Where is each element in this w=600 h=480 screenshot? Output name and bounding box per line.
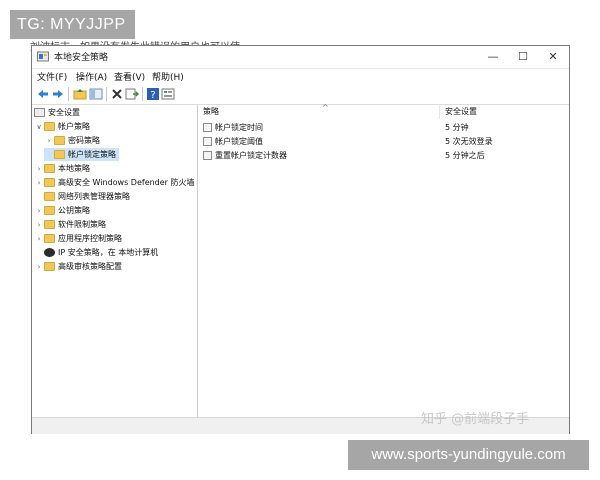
folder-lock-icon <box>54 150 65 159</box>
policy-setting: 5 分钟 <box>445 123 469 132</box>
menu-view[interactable]: 查看(V) <box>114 70 145 83</box>
close-button[interactable]: ✕ <box>538 46 568 68</box>
tree-item-software-restriction[interactable]: › 软件限制策略 <box>34 218 106 231</box>
sort-ascending-icon: ^ <box>322 103 329 112</box>
tg-badge: TG: MYYJJPP <box>10 10 135 39</box>
folder-icon <box>44 164 55 173</box>
toolbar-separator <box>106 87 107 101</box>
policy-setting: 5 次无效登录 <box>445 137 493 146</box>
menu-bar: 文件(F) 操作(A) 查看(V) 帮助(H) <box>32 69 569 84</box>
local-security-policy-window: 本地安全策略 — ☐ ✕ 文件(F) 操作(A) 查看(V) 帮助(H) ? 安… <box>31 45 570 434</box>
delete-icon[interactable] <box>110 87 124 101</box>
policy-name: 帐户锁定时间 <box>215 123 263 132</box>
folder-icon <box>44 206 55 215</box>
folder-icon <box>44 262 55 271</box>
tree-item-label: 帐户策略 <box>58 122 90 131</box>
column-header-label: 策略 <box>203 107 219 116</box>
back-arrow-icon[interactable] <box>36 87 50 101</box>
toolbar-separator <box>68 87 69 101</box>
zhihu-watermark: 知乎 @前端段子手 <box>421 412 530 427</box>
tree-item-label: 软件限制策略 <box>58 220 106 229</box>
tree-item-defender-firewall[interactable]: › 高级安全 Windows Defender 防火墙 <box>34 176 195 189</box>
folder-icon <box>44 192 55 201</box>
policy-setting: 5 分钟之后 <box>445 151 485 160</box>
tree-item-label: 公钥策略 <box>58 206 90 215</box>
policy-name: 重置帐户锁定计数器 <box>215 151 287 160</box>
column-header-policy[interactable]: 策略 ^ <box>198 103 440 119</box>
policy-item-icon <box>203 137 212 146</box>
tree-item-label: 应用程序控制策略 <box>58 234 122 243</box>
svg-text:?: ? <box>150 90 155 101</box>
url-badge: www.sports-yundingyule.com <box>348 440 589 470</box>
export-icon[interactable] <box>125 87 139 101</box>
chevron-right-icon[interactable]: › <box>34 219 44 232</box>
show-tree-icon[interactable] <box>89 87 103 101</box>
folder-icon <box>44 220 55 229</box>
tree-pane: 安全设置 ∨ 帐户策略 › 密码策略 帐户锁定策略 › 本地策略 › 高级安全 Wind… <box>32 105 198 417</box>
security-settings-icon <box>34 108 45 117</box>
tree-item-password-policy[interactable]: › 密码策略 <box>44 134 100 147</box>
tree-item-advanced-audit[interactable]: › 高级审核策略配置 <box>34 260 122 273</box>
window-title: 本地安全策略 <box>54 53 109 63</box>
chevron-down-icon[interactable]: ∨ <box>34 121 44 134</box>
policy-item-icon <box>203 151 212 160</box>
tree-item-account-lockout-policy[interactable]: 帐户锁定策略 <box>44 148 119 161</box>
tree-item-application-control[interactable]: › 应用程序控制策略 <box>34 232 122 245</box>
tree-item-label: 安全设置 <box>48 108 80 117</box>
table-row[interactable]: 帐户锁定阈值 5 次无效登录 <box>198 135 569 148</box>
toolbar: ? <box>32 84 569 105</box>
minimize-button[interactable]: — <box>478 46 508 68</box>
tree-item-label: 本地策略 <box>58 164 90 173</box>
toolbar-separator <box>142 87 143 101</box>
tree-item-public-key-policies[interactable]: › 公钥策略 <box>34 204 90 217</box>
column-header-security-setting[interactable]: 安全设置 <box>440 105 569 119</box>
chevron-right-icon[interactable]: › <box>34 177 44 190</box>
chevron-right-icon[interactable]: › <box>34 233 44 246</box>
maximize-button[interactable]: ☐ <box>508 46 538 68</box>
security-policy-app-icon <box>37 51 49 62</box>
tree-item-account-policies[interactable]: ∨ 帐户策略 <box>34 120 90 133</box>
tree-item-network-list-manager[interactable]: 网络列表管理器策略 <box>34 190 130 203</box>
chevron-right-icon[interactable]: › <box>34 163 44 176</box>
chevron-right-icon[interactable]: › <box>34 205 44 218</box>
column-header-label: 安全设置 <box>445 107 477 116</box>
tree-item-label: 帐户锁定策略 <box>68 150 116 159</box>
chevron-right-icon[interactable]: › <box>34 261 44 274</box>
policy-name: 帐户锁定阈值 <box>215 137 263 146</box>
menu-file[interactable]: 文件(F) <box>37 70 67 83</box>
tree-item-label: 密码策略 <box>68 136 100 145</box>
help-icon[interactable]: ? <box>146 87 160 101</box>
folder-lock-icon <box>54 136 65 145</box>
tree-item-label: 网络列表管理器策略 <box>58 192 130 201</box>
properties-icon[interactable] <box>161 87 175 101</box>
up-folder-icon[interactable] <box>73 87 87 101</box>
chevron-right-icon[interactable]: › <box>44 135 54 148</box>
tree-item-ip-security[interactable]: IP 安全策略，在 本地计算机 <box>34 246 158 259</box>
tree-item-local-policies[interactable]: › 本地策略 <box>34 162 90 175</box>
menu-action[interactable]: 操作(A) <box>76 70 107 83</box>
tree-item-label: IP 安全策略，在 本地计算机 <box>58 248 159 257</box>
ip-security-icon <box>44 248 55 257</box>
table-row[interactable]: 重置帐户锁定计数器 5 分钟之后 <box>198 149 569 162</box>
tree-item-security-settings[interactable]: 安全设置 <box>34 106 80 119</box>
folder-icon <box>44 122 55 131</box>
menu-help[interactable]: 帮助(H) <box>152 70 184 83</box>
table-row[interactable]: 帐户锁定时间 5 分钟 <box>198 121 569 134</box>
folder-icon <box>44 234 55 243</box>
policy-list-pane: 策略 ^ 安全设置 帐户锁定时间 5 分钟 帐户锁定阈值 5 次无效登录 重置帐… <box>198 103 569 417</box>
folder-icon <box>44 178 55 187</box>
tree-item-label: 高级安全 Windows Defender 防火墙 <box>58 178 195 187</box>
forward-arrow-icon[interactable] <box>51 87 65 101</box>
title-bar: 本地安全策略 — ☐ ✕ <box>32 46 569 69</box>
policy-item-icon <box>203 123 212 132</box>
tree-item-label: 高级审核策略配置 <box>58 262 122 271</box>
